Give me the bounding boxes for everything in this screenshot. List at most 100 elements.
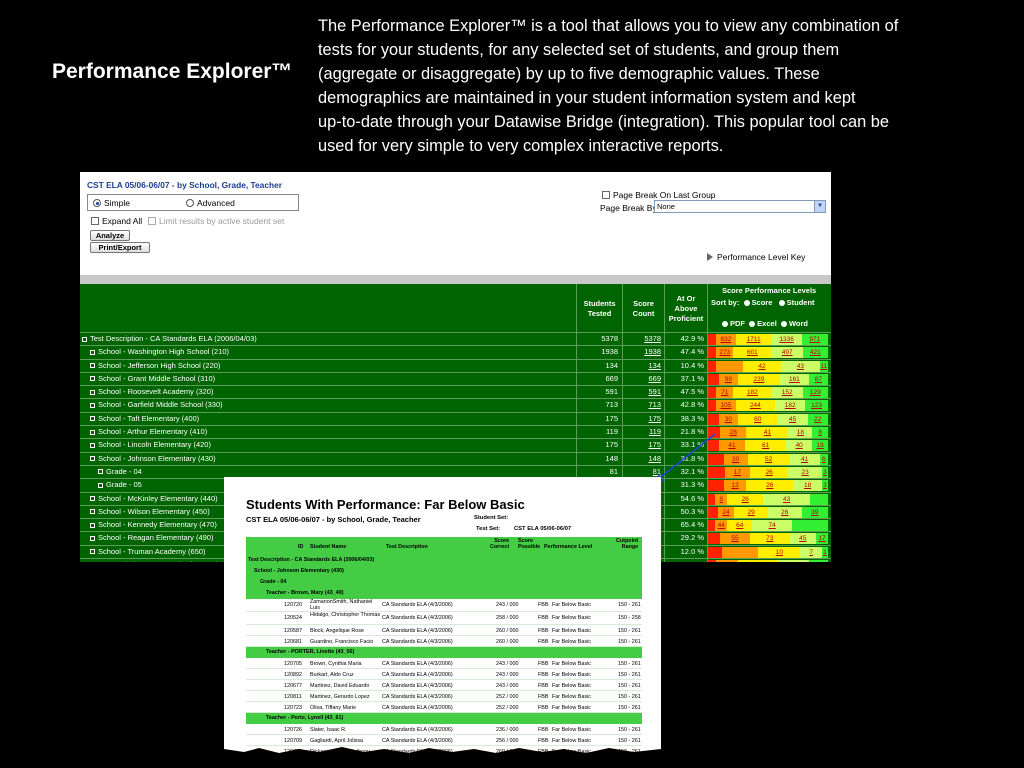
radio-icon[interactable] bbox=[780, 321, 787, 328]
performance-level-segment[interactable]: 26 bbox=[767, 506, 802, 518]
analyze-button[interactable]: Analyze bbox=[90, 230, 130, 241]
performance-level-segment[interactable]: 74 bbox=[752, 520, 792, 532]
performance-level-segment[interactable]: 60 bbox=[737, 413, 778, 425]
cell-count[interactable]: 5378 bbox=[622, 333, 661, 345]
row-label[interactable]: School - Kennedy Elementary (470) bbox=[90, 519, 217, 531]
performance-level-segment[interactable] bbox=[708, 373, 719, 385]
performance-level-segment[interactable]: 182 bbox=[733, 387, 772, 399]
performance-level-segment[interactable]: 421 bbox=[802, 347, 828, 359]
performance-level-segment[interactable]: 40 bbox=[785, 440, 813, 452]
performance-level-segment[interactable]: 1073 bbox=[808, 560, 828, 562]
radio-icon[interactable] bbox=[778, 300, 785, 307]
performance-level-segment[interactable] bbox=[791, 520, 828, 532]
performance-level-segment[interactable]: 105 bbox=[716, 400, 736, 412]
header-students-tested[interactable]: Students Tested bbox=[576, 284, 622, 333]
performance-level-segment[interactable]: 3 bbox=[821, 466, 828, 478]
performance-level-segment[interactable]: 17 bbox=[815, 533, 828, 545]
performance-level-segment[interactable]: 6 bbox=[819, 453, 828, 465]
performance-level-segment[interactable]: 3 bbox=[821, 480, 828, 492]
expand-toggle-icon[interactable] bbox=[90, 349, 95, 355]
performance-level-segment[interactable]: 7 bbox=[800, 546, 822, 558]
performance-level-segment[interactable]: 1711 bbox=[735, 334, 772, 345]
performance-level-segment[interactable]: 129 bbox=[802, 387, 828, 399]
performance-level-segment[interactable]: 8 bbox=[812, 427, 828, 439]
performance-level-segment[interactable] bbox=[708, 334, 717, 345]
performance-level-segment[interactable]: 971 bbox=[801, 334, 828, 345]
performance-level-segment[interactable] bbox=[708, 347, 717, 359]
performance-level-segment[interactable]: 161 bbox=[779, 373, 809, 385]
row-label[interactable]: School - Garfield Middle School (330) bbox=[90, 399, 223, 411]
performance-level-segment[interactable]: 17 bbox=[724, 466, 750, 478]
performance-level-segment[interactable]: 99 bbox=[718, 373, 738, 385]
performance-level-segment[interactable]: 44 bbox=[715, 520, 728, 532]
sort-student-label[interactable]: Student bbox=[787, 298, 815, 307]
expand-toggle-icon[interactable] bbox=[82, 336, 87, 342]
performance-level-segment[interactable]: 2001 bbox=[737, 560, 778, 562]
cell-count[interactable]: 1938 bbox=[622, 346, 661, 358]
performance-level-segment[interactable]: 1336 bbox=[771, 334, 802, 345]
performance-level-segment[interactable]: 1 bbox=[821, 546, 828, 558]
expand-toggle-icon[interactable] bbox=[90, 376, 95, 382]
expand-all-checkbox[interactable]: Expand All bbox=[91, 216, 142, 226]
expand-toggle-icon[interactable] bbox=[90, 522, 95, 528]
expand-toggle-icon[interactable] bbox=[90, 363, 95, 369]
performance-level-segment[interactable]: 13 bbox=[723, 480, 747, 492]
table-row[interactable]: School - Grant Middle School (310) 669 669… bbox=[80, 372, 831, 387]
performance-level-segment[interactable]: 18 bbox=[812, 440, 828, 452]
performance-level-segment[interactable]: 24 bbox=[717, 506, 735, 518]
header-score-count[interactable]: Score Count bbox=[622, 284, 664, 333]
row-label[interactable]: School - Arthur Elementary (410) bbox=[90, 426, 207, 438]
performance-level-segment[interactable] bbox=[708, 360, 717, 372]
performance-level-segment[interactable]: 55 bbox=[720, 533, 750, 545]
table-row[interactable]: School - Garfield Middle School (330) 713… bbox=[80, 399, 831, 413]
expand-toggle-icon[interactable] bbox=[90, 389, 95, 395]
row-label[interactable]: School - Johnson Elementary (430) bbox=[90, 453, 216, 465]
row-label[interactable]: School - Lincoln Elementary (420) bbox=[90, 439, 211, 451]
performance-level-segment[interactable] bbox=[708, 413, 719, 425]
performance-level-segment[interactable]: 273 bbox=[716, 347, 734, 359]
performance-level-segment[interactable] bbox=[708, 400, 717, 412]
performance-level-segment[interactable] bbox=[708, 493, 716, 505]
expand-toggle-icon[interactable] bbox=[90, 416, 95, 422]
performance-level-segment[interactable]: 87 bbox=[808, 373, 828, 385]
mode-advanced-radio[interactable]: Advanced bbox=[186, 198, 235, 208]
table-row[interactable]: School - Roosevelt Academy (320) 591 591 47… bbox=[80, 386, 831, 400]
performance-level-segment[interactable]: 244 bbox=[735, 400, 776, 412]
row-label[interactable]: School - McKinley Elementary (440) bbox=[90, 493, 218, 505]
performance-level-segment[interactable] bbox=[708, 560, 717, 562]
performance-level-segment[interactable] bbox=[708, 506, 718, 518]
radio-icon[interactable] bbox=[722, 321, 728, 328]
performance-level-segment[interactable]: 26 bbox=[746, 480, 794, 492]
performance-level-segment[interactable]: 182 bbox=[775, 400, 806, 412]
performance-level-segment[interactable]: 26 bbox=[727, 493, 764, 505]
performance-level-segment[interactable]: 1671 bbox=[777, 560, 809, 562]
row-label[interactable]: School - Roosevelt Academy (320) bbox=[90, 386, 213, 398]
performance-level-segment[interactable]: 42 bbox=[742, 360, 782, 372]
performance-level-segment[interactable] bbox=[708, 520, 716, 532]
performance-level-segment[interactable]: 43 bbox=[763, 493, 810, 505]
cell-count[interactable]: 713 bbox=[622, 399, 661, 411]
row-label[interactable]: Test Description - CA Standards ELA (200… bbox=[82, 333, 257, 345]
page-break-last-group-checkbox[interactable]: Page Break On Last Group bbox=[602, 190, 716, 200]
row-label[interactable]: School - Grant Middle School (310) bbox=[90, 373, 215, 385]
radio-icon[interactable] bbox=[749, 321, 756, 328]
performance-level-segment[interactable]: 18 bbox=[793, 480, 822, 492]
radio-icon[interactable] bbox=[743, 300, 750, 307]
performance-level-segment[interactable]: 26 bbox=[749, 466, 789, 478]
expand-toggle-icon[interactable] bbox=[90, 429, 95, 435]
performance-level-segment[interactable] bbox=[708, 533, 720, 545]
performance-level-segment[interactable]: 11 bbox=[819, 360, 828, 372]
row-label[interactable]: Grade - 05 bbox=[98, 479, 142, 491]
cell-count[interactable]: 134 bbox=[622, 360, 661, 372]
expand-toggle-icon[interactable] bbox=[90, 549, 95, 555]
performance-level-segment[interactable]: 18 bbox=[788, 427, 813, 439]
performance-level-segment[interactable]: 30 bbox=[718, 413, 738, 425]
expand-toggle-icon[interactable] bbox=[90, 535, 95, 541]
table-row[interactable]: School - Jefferson High School (220) 134 1… bbox=[80, 359, 831, 373]
performance-level-segment[interactable] bbox=[722, 546, 759, 558]
performance-level-segment[interactable]: 497 bbox=[771, 347, 803, 359]
performance-level-segment[interactable]: 23 bbox=[788, 466, 822, 478]
export-word-label[interactable]: Word bbox=[789, 319, 808, 328]
sort-score-label[interactable]: Score bbox=[752, 298, 773, 307]
performance-level-segment[interactable]: 73 bbox=[750, 533, 790, 545]
